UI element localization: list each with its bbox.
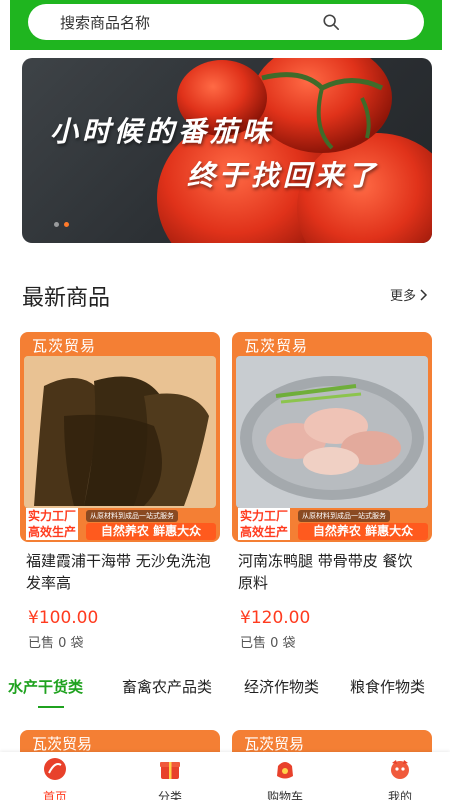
category-tabs: 水产干货类 畜禽农产品类 经济作物类 粮食作物类 bbox=[0, 676, 450, 708]
kelp-photo bbox=[24, 356, 216, 508]
promo-tag: 高效生产 bbox=[238, 524, 291, 540]
product-price: ¥120.00 bbox=[240, 608, 311, 628]
brand-label: 瓦茨贸易 bbox=[244, 735, 305, 753]
product-card[interactable]: 瓦茨贸易 实力工厂 高效生产 从原材料到成品一站式服务 自然养农 鲜惠大众 福建… bbox=[20, 332, 220, 651]
banner-headline-2: 终于找回来了 bbox=[187, 159, 380, 192]
product-image: 瓦茨贸易 实力工厂 高效生产 从原材料到成品一站式服务 自然养农 鲜惠大众 bbox=[20, 332, 220, 542]
sold-count: 已售 0 袋 bbox=[240, 636, 296, 651]
tab-cash-crops[interactable]: 经济作物类 bbox=[244, 676, 319, 697]
carousel-dot[interactable] bbox=[54, 222, 59, 227]
duck-leg-photo bbox=[236, 356, 428, 508]
product-image: 瓦茨贸易 实力工厂 高效生产 从原材料到成品一站式服务 自然养农 鲜惠大众 bbox=[232, 332, 432, 542]
product-name: 福建霞浦干海带 无沙免洗泡发率高 bbox=[26, 552, 211, 592]
nav-category[interactable]: 分类 bbox=[140, 756, 200, 800]
chevron-right-icon bbox=[420, 288, 428, 301]
nav-label: 首页 bbox=[42, 790, 67, 800]
product-name: 河南冻鸭腿 带骨带皮 餐饮原料 bbox=[238, 552, 413, 592]
tomato-image bbox=[157, 58, 432, 243]
more-link[interactable]: 更多 bbox=[390, 285, 428, 304]
section-title: 最新商品 bbox=[22, 286, 111, 311]
product-card[interactable]: 瓦茨贸易 实力工厂 高效生产 从原材料到成品一站式服务 自然养农 鲜惠大众 河南… bbox=[232, 332, 432, 651]
more-label: 更多 bbox=[389, 289, 416, 304]
home-icon bbox=[44, 758, 66, 780]
service-caption: 从原材料到成品一站式服务 bbox=[86, 510, 178, 522]
tab-grain-crops[interactable]: 粮食作物类 bbox=[350, 676, 425, 697]
cart-icon bbox=[277, 762, 293, 779]
active-tab-indicator bbox=[38, 706, 64, 708]
nav-label: 分类 bbox=[157, 790, 182, 800]
nav-home[interactable]: 首页 bbox=[25, 756, 85, 800]
slogan-banner: 自然养农 鲜惠大众 bbox=[86, 523, 216, 540]
nav-label: 购物车 bbox=[266, 790, 303, 800]
carousel-dot-active[interactable] bbox=[64, 222, 69, 227]
header-bar: 搜索商品名称 bbox=[10, 0, 442, 50]
service-caption: 从原材料到成品一站式服务 bbox=[298, 510, 390, 522]
promo-tag: 实力工厂 bbox=[238, 508, 291, 524]
carousel-indicator bbox=[54, 222, 69, 227]
profile-icon bbox=[391, 760, 409, 779]
category-icon bbox=[160, 762, 180, 779]
product-price: ¥100.00 bbox=[28, 608, 99, 628]
tab-livestock[interactable]: 畜禽农产品类 bbox=[122, 676, 212, 697]
slogan-banner: 自然养农 鲜惠大众 bbox=[298, 523, 428, 540]
sold-count: 已售 0 袋 bbox=[28, 636, 84, 651]
banner-headline-1: 小时候的番茄味 bbox=[50, 115, 275, 148]
search-icon[interactable] bbox=[322, 13, 340, 31]
nav-cart[interactable]: 购物车 bbox=[255, 756, 315, 800]
nav-label: 我的 bbox=[387, 790, 412, 800]
brand-label: 瓦茨贸易 bbox=[32, 337, 97, 355]
promo-tag: 实力工厂 bbox=[26, 508, 79, 524]
tab-aquatic-dried[interactable]: 水产干货类 bbox=[8, 676, 83, 697]
brand-label: 瓦茨贸易 bbox=[32, 735, 93, 753]
nav-profile[interactable]: 我的 bbox=[370, 756, 430, 800]
promo-tag: 高效生产 bbox=[26, 524, 79, 540]
search-input[interactable]: 搜索商品名称 bbox=[28, 4, 424, 40]
search-placeholder: 搜索商品名称 bbox=[60, 14, 151, 32]
promo-banner[interactable]: 小时候的番茄味 终于找回来了 bbox=[22, 58, 432, 243]
bottom-nav: 首页 分类 购物车 我的 bbox=[0, 752, 450, 800]
brand-label: 瓦茨贸易 bbox=[244, 337, 309, 355]
